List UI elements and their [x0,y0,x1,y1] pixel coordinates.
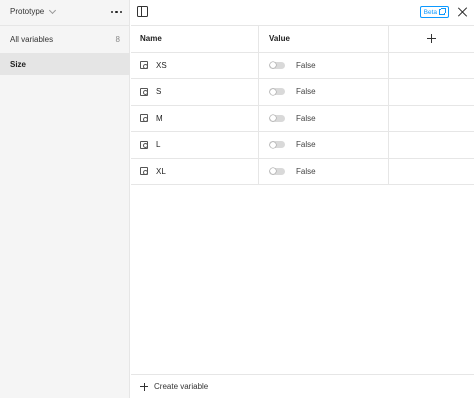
variable-name-cell[interactable]: L [131,132,259,158]
empty-cell [389,159,474,185]
table-row[interactable]: M False [131,105,474,132]
variable-value: False [296,60,316,70]
sidebar-item-count: 8 [115,34,120,44]
beta-label: Beta [423,8,437,16]
boolean-variable-icon [140,114,148,123]
chevron-down-icon [49,6,57,14]
sidebar-item-all-variables[interactable]: All variables 8 [0,27,130,51]
boolean-variable-icon [140,87,148,96]
table-row[interactable]: XL False [131,158,474,185]
table-row[interactable]: S False [131,79,474,106]
toggle-icon[interactable] [269,167,285,175]
column-header-name: Name [131,26,259,52]
variable-name-cell[interactable]: S [131,79,259,105]
variable-value: False [296,166,316,176]
variable-name: XL [156,166,166,176]
boolean-variable-icon [140,140,148,149]
boolean-variable-icon [140,167,148,176]
empty-cell [389,132,474,158]
table-header-row: Name Value [131,26,474,53]
variable-name-cell[interactable]: M [131,105,259,131]
table-row[interactable]: XS False [131,52,474,79]
variable-value: False [296,87,316,97]
toggle-icon[interactable] [269,61,285,69]
external-link-icon [439,8,446,15]
variable-name: M [156,113,163,123]
variable-value-cell[interactable]: False [259,79,389,105]
variable-name: S [156,87,162,97]
empty-cell [389,79,474,105]
table-row[interactable]: L False [131,132,474,159]
toggle-icon[interactable] [269,114,285,122]
variable-value-cell[interactable]: False [259,158,389,184]
collection-dropdown[interactable]: Prototype [10,6,57,16]
variable-name-cell[interactable]: XS [131,52,259,78]
sidebar-item-label: Size [10,59,27,69]
variable-value-cell[interactable]: False [259,52,389,78]
variable-value-cell[interactable]: False [259,132,389,158]
sidebar: Prototype All variables 8 Size [0,0,130,398]
boolean-variable-icon [140,61,148,70]
variable-value: False [296,113,316,123]
add-column-button[interactable] [389,26,474,52]
variable-name: XS [156,60,167,70]
variable-name-cell[interactable]: XL [131,158,259,184]
column-header-value: Value [259,26,389,52]
plus-icon [140,382,148,391]
create-variable-label: Create variable [154,382,209,391]
sidebar-toggle-icon[interactable] [137,6,148,17]
plus-icon [427,34,436,44]
topbar: Beta [131,0,474,26]
empty-cell [389,53,474,79]
sidebar-item-label: All variables [10,34,54,44]
variables-table: Name Value XS False S False M False L Fa… [131,26,474,185]
toggle-icon[interactable] [269,88,285,96]
close-icon[interactable] [456,6,468,18]
variable-value: False [296,140,316,150]
sidebar-item-size[interactable]: Size [0,53,130,75]
collection-name: Prototype [10,7,45,16]
beta-badge[interactable]: Beta [419,6,449,18]
sidebar-header: Prototype [0,0,130,26]
toggle-icon[interactable] [269,141,285,149]
variable-name: L [156,140,161,150]
empty-cell [389,106,474,132]
variable-value-cell[interactable]: False [259,105,389,131]
more-icon[interactable] [110,7,122,17]
create-variable-button[interactable]: Create variable [131,374,474,398]
